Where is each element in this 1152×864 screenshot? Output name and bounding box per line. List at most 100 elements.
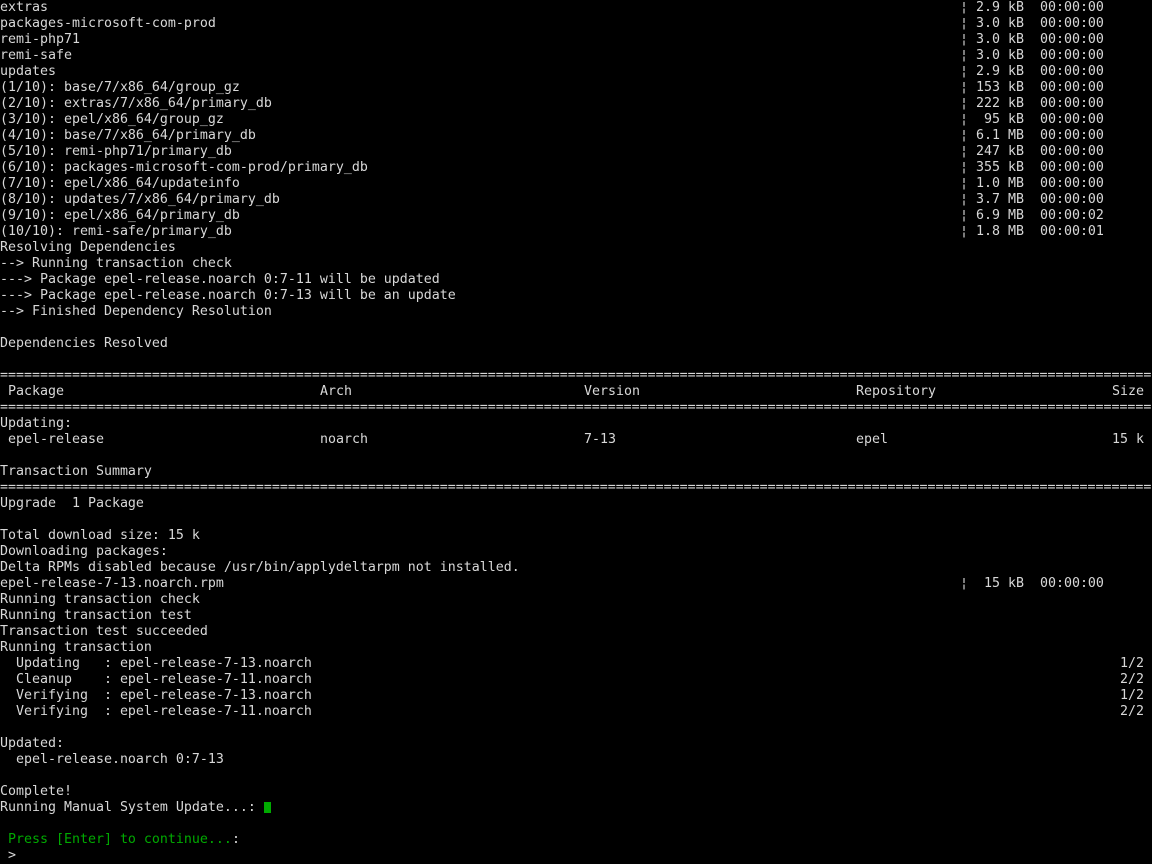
terminal-text: Updating : epel-release-7-13.noarch <box>0 656 312 672</box>
terminal-line: Running Manual System Update...: <box>0 800 1152 816</box>
terminal-line: --> Finished Dependency Resolution <box>0 304 1152 320</box>
progress-counter: 1/2 <box>1120 656 1144 672</box>
terminal-text: Dependencies Resolved <box>0 336 168 352</box>
terminal-line: remi-safe ¦ 3.0 kB 00:00:00 <box>0 48 1152 64</box>
terminal-text: ---> Package epel-release.noarch 0:7-13 … <box>0 288 456 304</box>
terminal-text: extras <box>0 0 48 16</box>
terminal-line: (7/10): epel/x86_64/updateinfo ¦ 1.0 MB 0… <box>0 176 1152 192</box>
terminal-line: Upgrade 1 Package <box>0 496 1152 512</box>
cell-arch: noarch <box>320 432 368 448</box>
terminal-text: (9/10): epel/x86_64/primary_db <box>0 208 240 224</box>
terminal-line: Complete! <box>0 784 1152 800</box>
terminal-text: (3/10): epel/x86_64/group_gz <box>0 112 224 128</box>
terminal-text: (8/10): updates/7/x86_64/primary_db <box>0 192 280 208</box>
terminal-screen[interactable]: extras¦ 2.9 kB 00:00:00packages-microsof… <box>0 0 1152 864</box>
terminal-text: ¦ 3.0 kB 00:00:00 <box>960 48 1104 64</box>
terminal-text: ---> Package epel-release.noarch 0:7-11 … <box>0 272 440 288</box>
terminal-text: Upgrade 1 Package <box>0 496 144 512</box>
terminal-text: ¦ 153 kB 00:00:00 <box>960 80 1104 96</box>
terminal-text: ¦ 15 kB 00:00:00 <box>960 576 1104 592</box>
column-header-package: Package <box>8 384 64 400</box>
column-header-arch: Arch <box>320 384 352 400</box>
prompt-chevron: > <box>8 848 16 864</box>
separator-line: ========================================… <box>0 480 1151 496</box>
terminal-text: (6/10): packages-microsoft-com-prod/prim… <box>0 160 368 176</box>
terminal-line: (5/10): remi-php71/primary_db¦ 247 kB 00… <box>0 144 1152 160</box>
terminal-line: Running transaction <box>0 640 1152 656</box>
terminal-text: Updated: <box>0 736 64 752</box>
cell-repository: epel <box>856 432 888 448</box>
terminal-text: Cleanup : epel-release-7-11.noarch <box>0 672 312 688</box>
terminal-line: Transaction test succeeded <box>0 624 1152 640</box>
terminal-text: Verifying : epel-release-7-11.noarch <box>0 704 312 720</box>
terminal-line: extras ¦ 2.9 kB 00:00:00 <box>0 0 1152 16</box>
terminal-line: ========================================… <box>0 400 1152 416</box>
cell-size: 15 k <box>1112 432 1144 448</box>
terminal-line: Press [Enter] to continue...: <box>0 832 1152 848</box>
terminal-text: (4/10): base/7/x86_64/primary_db <box>0 128 256 144</box>
terminal-text: Verifying : epel-release-7-13.noarch <box>0 688 312 704</box>
terminal-line: Running transaction check <box>0 592 1152 608</box>
terminal-text: (10/10): remi-safe/primary_db <box>0 224 232 240</box>
terminal-line: Resolving Dependencies <box>0 240 1152 256</box>
terminal-text: (2/10): extras/7/x86_64/primary_db <box>0 96 272 112</box>
terminal-text: Complete! <box>0 784 72 800</box>
terminal-text: Running transaction <box>0 640 152 656</box>
terminal-line: epel-release.noarch 0:7-13 <box>0 752 1152 768</box>
terminal-line: Downloading packages: <box>0 544 1152 560</box>
terminal-text: ¦ 3.0 kB 00:00:00 <box>960 32 1104 48</box>
terminal-text: ¦ 1.8 MB 00:00:01 <box>960 224 1104 240</box>
terminal-line: ---> Package epel-release.noarch 0:7-11 … <box>0 272 1152 288</box>
terminal-line: Delta RPMs disabled because /usr/bin/app… <box>0 560 1152 576</box>
press-enter-prompt: Press [Enter] to continue... <box>0 832 232 848</box>
terminal-text: Running transaction test <box>0 608 192 624</box>
terminal-text: ¦ 2.9 kB 00:00:00 <box>960 64 1104 80</box>
terminal-text: remi-php71 <box>0 32 80 48</box>
terminal-text: epel-release-7-13.noarch.rpm <box>0 576 224 592</box>
progress-counter: 2/2 <box>1120 704 1144 720</box>
terminal-text: (7/10): epel/x86_64/updateinfo <box>0 176 240 192</box>
terminal-text: updates <box>0 64 56 80</box>
terminal-text: ¦ 6.9 MB 00:00:02 <box>960 208 1104 224</box>
terminal-line: Updated: <box>0 736 1152 752</box>
terminal-text: remi-safe <box>0 48 72 64</box>
terminal-text: ¦ 2.9 kB 00:00:00 <box>960 0 1104 16</box>
terminal-line: (8/10): updates/7/x86_64/primary_db¦ 3.7… <box>0 192 1152 208</box>
separator-line: ========================================… <box>0 400 1151 416</box>
terminal-line: (4/10): base/7/x86_64/primary_db ¦ 6.1 MB… <box>0 128 1152 144</box>
terminal-line: Updating : epel-release-7-13.noarch 1/2 <box>0 656 1152 672</box>
terminal-line: Updating: <box>0 416 1152 432</box>
column-header-size: Size <box>1112 384 1144 400</box>
terminal-text: --> Running transaction check <box>0 256 232 272</box>
terminal-line: Cleanup : epel-release-7-11.noarch2/2 <box>0 672 1152 688</box>
terminal-line: ========================================… <box>0 368 1152 384</box>
terminal-line: --> Running transaction check <box>0 256 1152 272</box>
terminal-text: Running Manual System Update...: <box>0 800 264 816</box>
terminal-text: ¦ 222 kB 00:00:00 <box>960 96 1104 112</box>
separator-line: ========================================… <box>0 368 1151 384</box>
terminal-text: ¦ 6.1 MB 00:00:00 <box>960 128 1104 144</box>
terminal-line: (10/10): remi-safe/primary_db ¦ 1.8 MB 00… <box>0 224 1152 240</box>
terminal-line: (6/10): packages-microsoft-com-prod/prim… <box>0 160 1152 176</box>
terminal-text: Running transaction check <box>0 592 200 608</box>
terminal-text: Total download size: 15 k <box>0 528 200 544</box>
terminal-text: epel-release.noarch 0:7-13 <box>0 752 224 768</box>
terminal-line: Total download size: 15 k <box>0 528 1152 544</box>
terminal-line: Verifying : epel-release-7-11.noarch 2/2 <box>0 704 1152 720</box>
terminal-line: Dependencies Resolved <box>0 336 1152 352</box>
terminal-line: epel-releasenoarch7-13epel15 k <box>0 432 1152 448</box>
terminal-line: Running transaction test <box>0 608 1152 624</box>
terminal-line: packages-microsoft-com-prod¦ 3.0 kB 00:0… <box>0 16 1152 32</box>
cell-package: epel-release <box>8 432 104 448</box>
terminal-text: Resolving Dependencies <box>0 240 176 256</box>
terminal-line: Verifying : epel-release-7-13.noarch1/2 <box>0 688 1152 704</box>
terminal-line: epel-release-7-13.noarch.rpm ¦ 15 kB 00:0… <box>0 576 1152 592</box>
column-header-version: Version <box>584 384 640 400</box>
terminal-text: --> Finished Dependency Resolution <box>0 304 272 320</box>
terminal-text: ¦ 1.0 MB 00:00:00 <box>960 176 1104 192</box>
terminal-line: (1/10): base/7/x86_64/group_gz¦ 153 kB 0… <box>0 80 1152 96</box>
terminal-text: : <box>232 832 240 848</box>
terminal-line: (9/10): epel/x86_64/primary_db ¦ 6.9 MB 0… <box>0 208 1152 224</box>
terminal-text: (5/10): remi-php71/primary_db <box>0 144 232 160</box>
terminal-text: Downloading packages: <box>0 544 168 560</box>
